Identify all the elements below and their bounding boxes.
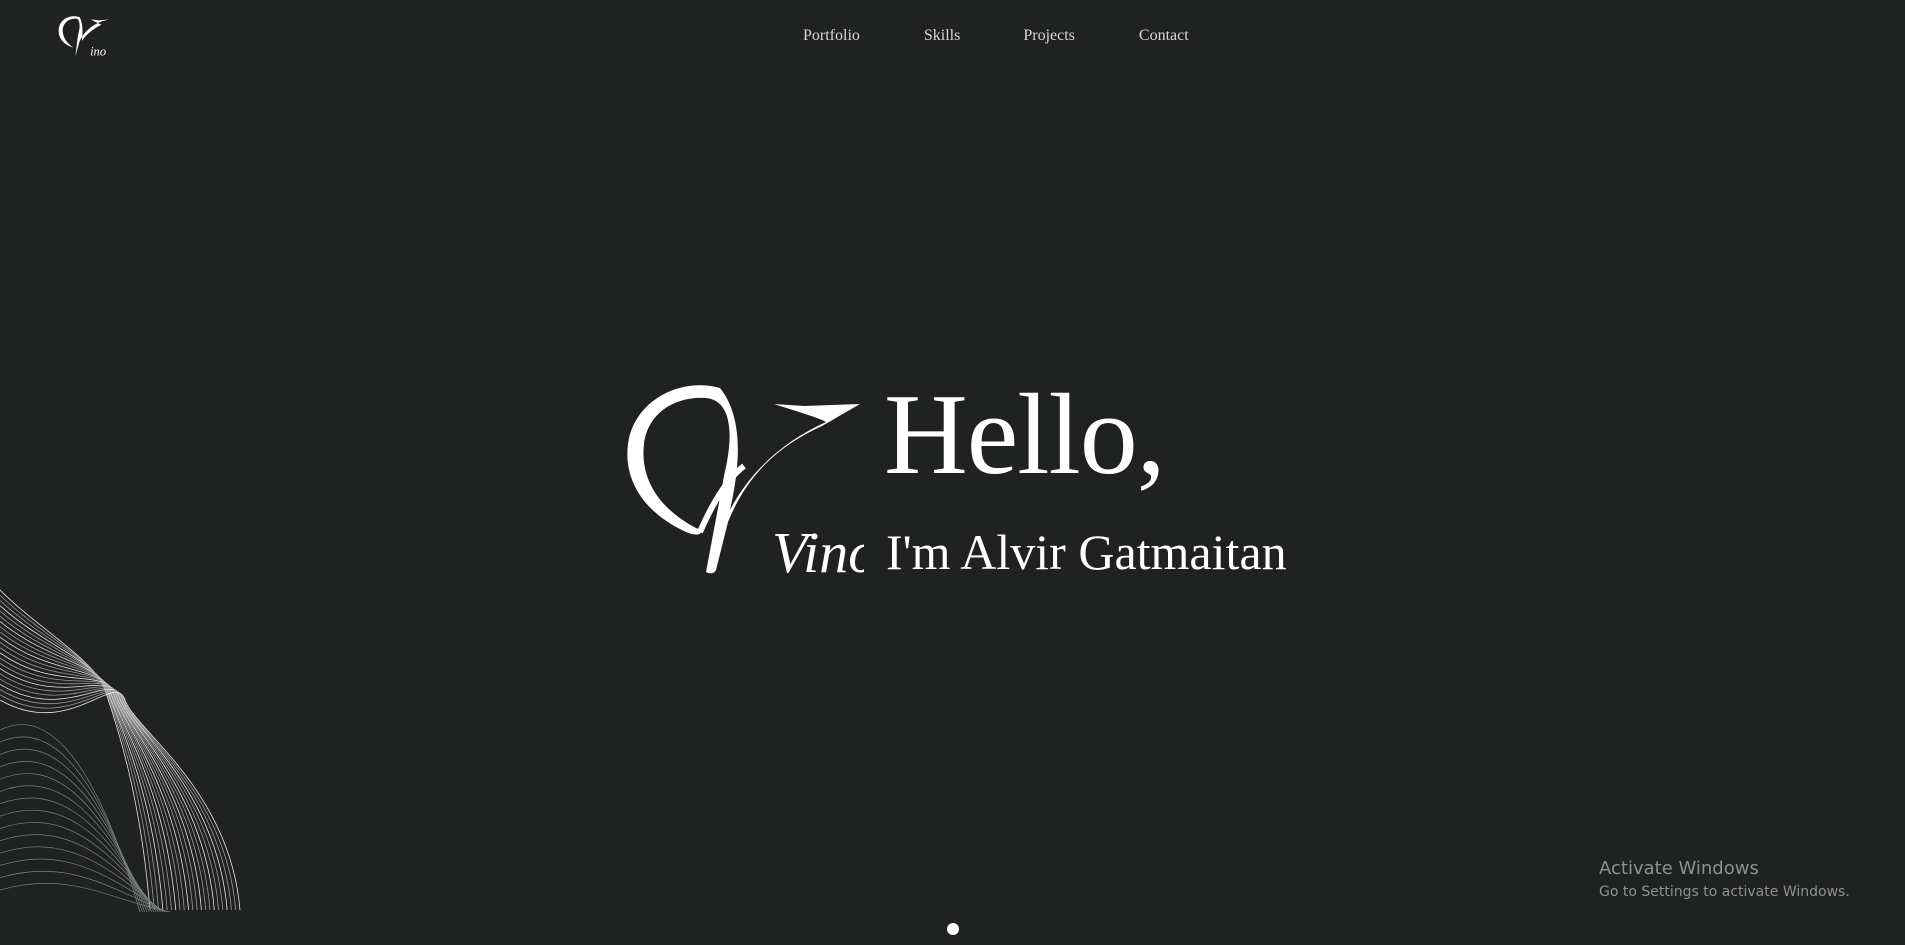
wave-line	[0, 760, 148, 912]
wave-line	[0, 678, 224, 911]
main-nav: Portfolio Skills Projects Contact	[803, 25, 1189, 47]
wave-line	[0, 668, 215, 911]
wave-line	[0, 631, 185, 911]
activate-windows-watermark: Activate Windows Go to Settings to activ…	[1599, 857, 1850, 902]
hero-subtitle: I'm Alvir Gatmaitan	[886, 524, 1287, 580]
svg-text:ino: ino	[90, 45, 106, 59]
svg-text:Vino: Vino	[772, 520, 864, 576]
wave-line	[0, 663, 211, 911]
wave-line	[0, 605, 164, 911]
wave-line	[0, 797, 155, 912]
wave-line	[0, 822, 159, 912]
site-header: ino Portfolio Skills Projects Contact	[0, 0, 1905, 72]
wave-line	[0, 690, 237, 911]
wave-line	[0, 748, 145, 912]
wave-line	[0, 600, 159, 911]
watermark-subtitle: Go to Settings to activate Windows.	[1599, 884, 1850, 900]
nav-portfolio[interactable]: Portfolio	[803, 25, 860, 47]
wave-line	[0, 858, 166, 912]
wave-line	[0, 692, 241, 911]
hero-title: Hello,	[884, 371, 1166, 499]
nav-skills[interactable]: Skills	[924, 25, 960, 47]
nav-contact[interactable]: Contact	[1139, 25, 1189, 47]
vino-monogram-icon[interactable]: ino	[58, 12, 110, 60]
scroll-indicator-dot[interactable]	[947, 923, 959, 935]
watermark-title: Activate Windows	[1599, 858, 1759, 879]
wave-lines-graphic	[0, 580, 245, 912]
wave-line	[0, 610, 168, 911]
wave-line	[0, 785, 152, 912]
nav-projects[interactable]: Projects	[1023, 25, 1075, 47]
vino-monogram-icon: Vino	[624, 382, 864, 576]
wave-line	[0, 846, 164, 912]
